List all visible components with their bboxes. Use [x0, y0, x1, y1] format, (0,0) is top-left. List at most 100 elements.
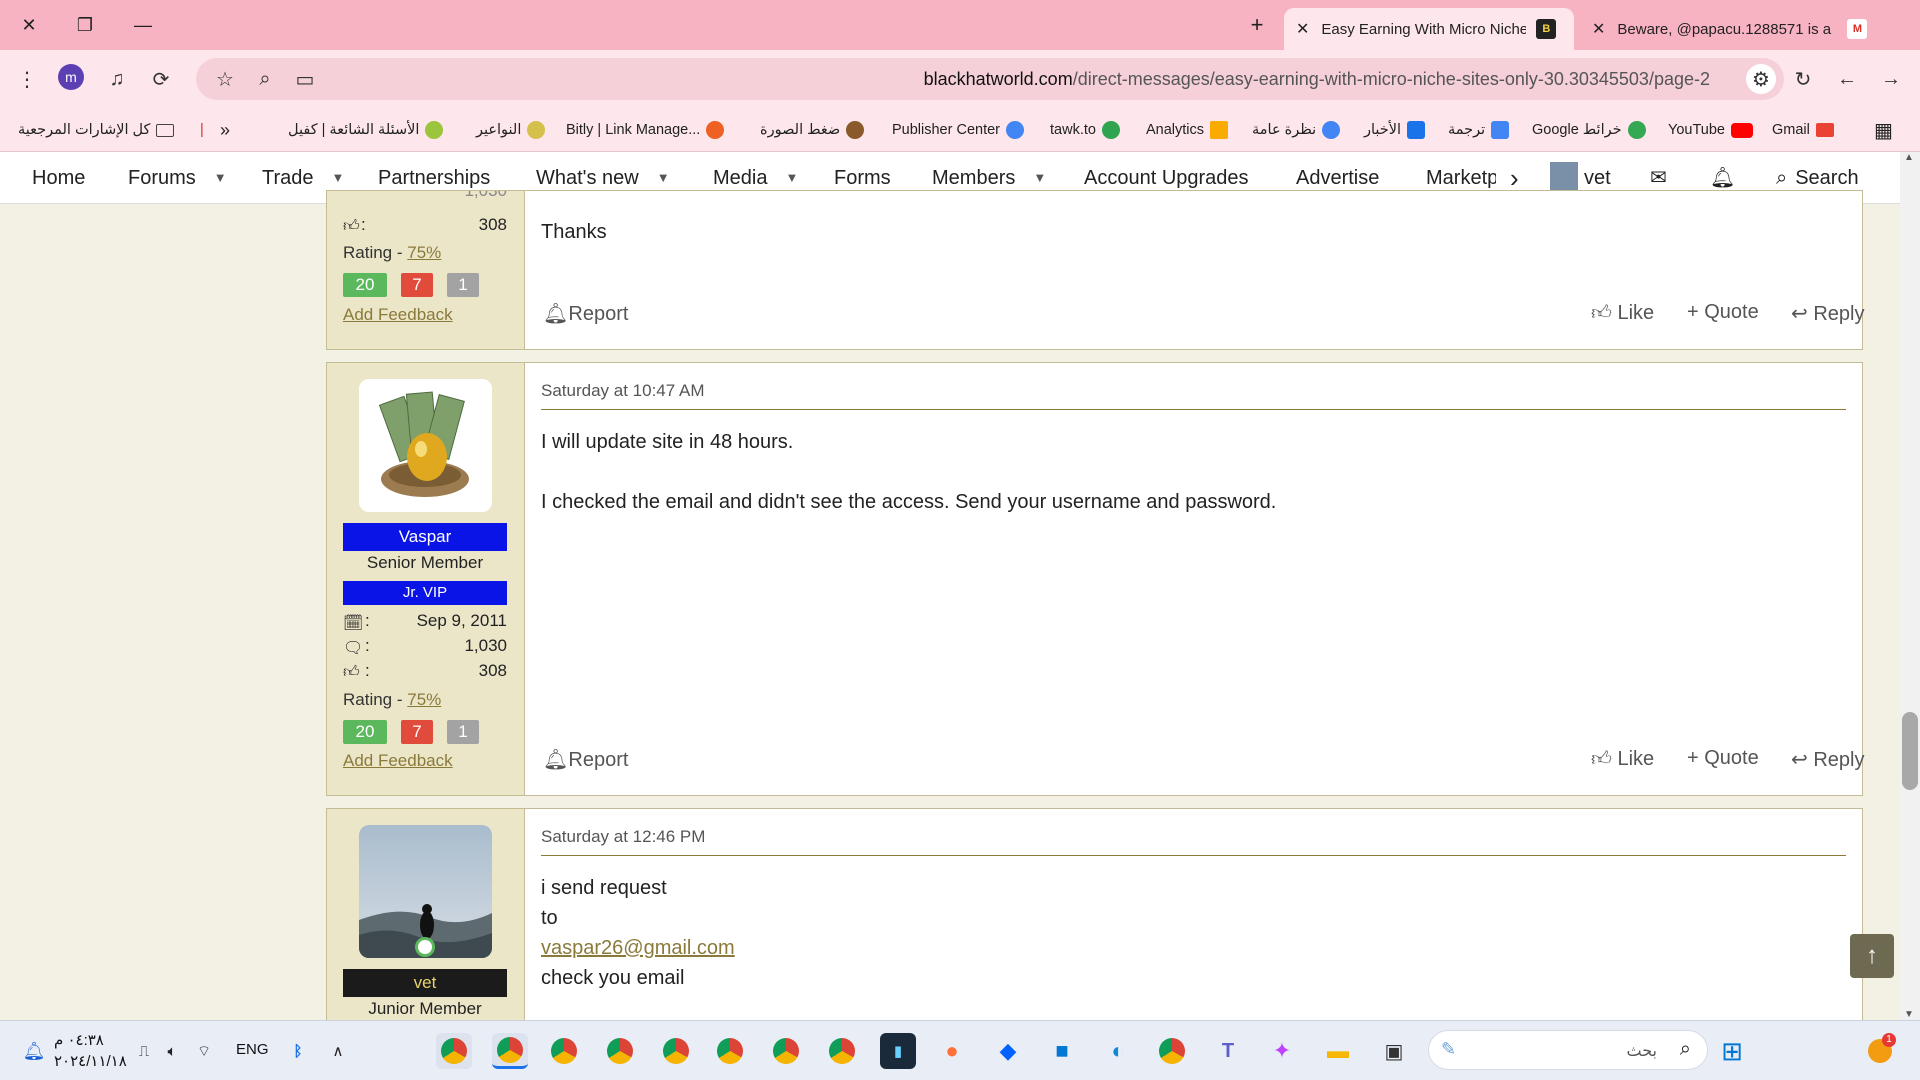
- dropbox-icon[interactable]: ◆: [990, 1033, 1026, 1069]
- chrome-profile-icon[interactable]: [768, 1033, 804, 1069]
- windows-start-icon[interactable]: ⊞: [1714, 1033, 1750, 1069]
- menu-dots-icon[interactable]: ⋮: [12, 64, 42, 94]
- bookmark-item[interactable]: Analytics: [1146, 108, 1234, 152]
- quote-button[interactable]: + Quote: [1687, 747, 1759, 770]
- report-button[interactable]: 🔔︎Report: [543, 747, 628, 772]
- media-control-icon[interactable]: ♫: [102, 64, 132, 94]
- reload-icon[interactable]: ↻: [1788, 64, 1818, 94]
- message-date[interactable]: Saturday at 10:47 AM: [541, 381, 1846, 410]
- wifi-icon[interactable]: ⌔: [186, 1033, 222, 1069]
- volume-icon[interactable]: 🔈︎: [154, 1033, 190, 1069]
- bookmark-item[interactable]: tawk.to: [1050, 108, 1126, 152]
- feedback-neutral[interactable]: 1: [447, 273, 479, 297]
- chrome-profile-icon[interactable]: [824, 1033, 860, 1069]
- reply-button[interactable]: ↩ Reply: [1791, 747, 1864, 772]
- tab-easy-earning[interactable]: ✕ Easy Earning With Micro Niche B: [1284, 8, 1574, 50]
- username-banner[interactable]: vet: [343, 969, 507, 997]
- chrome-icon[interactable]: [1154, 1033, 1190, 1069]
- bookmark-item[interactable]: Gmail: [1772, 108, 1840, 152]
- bluetooth-icon[interactable]: ᛒ: [280, 1033, 316, 1069]
- bookmark-item[interactable]: YouTube: [1668, 108, 1759, 152]
- bookmark-item[interactable]: الأسئلة الشائعة | كفيل: [288, 108, 449, 152]
- bookmark-item[interactable]: ضغط الصورة: [760, 108, 870, 152]
- search-placeholder: بحث: [1626, 1043, 1658, 1060]
- install-app-icon[interactable]: ▭: [290, 64, 320, 94]
- zoom-icon[interactable]: ⌕: [250, 64, 280, 94]
- scroll-to-top-button[interactable]: ↑: [1850, 934, 1894, 978]
- show-hidden-icons-icon[interactable]: ∧: [320, 1033, 356, 1069]
- scrollbar-thumb[interactable]: [1902, 712, 1918, 790]
- bookmark-item[interactable]: Publisher Center: [892, 108, 1030, 152]
- rating-link[interactable]: 75%: [407, 690, 441, 709]
- tab-groups-icon[interactable]: ▦: [1874, 108, 1893, 152]
- notification-bell-icon[interactable]: 🔔︎: [16, 1033, 52, 1069]
- feedback-positive[interactable]: 20: [343, 720, 387, 744]
- performance-icon[interactable]: ⟳: [146, 64, 176, 94]
- nav-home[interactable]: Home: [32, 152, 85, 204]
- bookmark-item[interactable]: نظرة عامة: [1252, 108, 1346, 152]
- restore-window-icon[interactable]: ❐: [72, 12, 98, 38]
- like-button[interactable]: 👍︎ Like: [1591, 301, 1654, 325]
- chrome-profile-icon[interactable]: [436, 1033, 472, 1069]
- chevron-down-icon[interactable]: ▼: [214, 152, 227, 204]
- site-settings-icon[interactable]: ⚙: [1746, 64, 1776, 94]
- back-arrow-icon[interactable]: ←: [1832, 64, 1862, 94]
- url-text[interactable]: blackhatworld.com/direct-messages/easy-e…: [924, 58, 1710, 100]
- chrome-profile-icon[interactable]: [602, 1033, 638, 1069]
- report-button[interactable]: 🔔︎Report: [543, 301, 628, 326]
- tab-beware[interactable]: ✕ Beware, @papacu.1288571 is a M: [1580, 8, 1880, 50]
- minimize-window-icon[interactable]: —: [130, 12, 156, 38]
- edge-icon[interactable]: ◐: [1100, 1033, 1136, 1069]
- chrome-profile-icon[interactable]: [658, 1033, 694, 1069]
- close-tab-icon[interactable]: ✕: [1592, 19, 1605, 39]
- user-avatar[interactable]: [359, 379, 492, 512]
- firefox-icon[interactable]: ●: [934, 1033, 970, 1069]
- email-link[interactable]: vaspar26@gmail.com: [541, 933, 735, 963]
- bookmark-item[interactable]: Bitly | Link Manage...: [566, 108, 730, 152]
- quote-button[interactable]: + Quote: [1687, 301, 1759, 324]
- rating-link[interactable]: 75%: [407, 243, 441, 262]
- file-explorer-icon[interactable]: ▬: [1320, 1033, 1356, 1069]
- input-language[interactable]: ENG: [236, 1041, 269, 1058]
- message-date[interactable]: Saturday at 12:46 PM: [541, 827, 1846, 856]
- add-feedback-link[interactable]: Add Feedback: [343, 751, 453, 771]
- bookmark-item[interactable]: الأخبار: [1364, 108, 1431, 152]
- close-window-icon[interactable]: ✕: [16, 12, 42, 38]
- feedback-negative[interactable]: 7: [401, 720, 433, 744]
- new-tab-button[interactable]: +: [1244, 12, 1270, 38]
- bookmark-item[interactable]: Google خرائط: [1532, 108, 1652, 152]
- taskbar-search[interactable]: ✎ بحث ⌕: [1428, 1030, 1708, 1070]
- chrome-profile-icon[interactable]: [492, 1033, 528, 1069]
- app-window-icon[interactable]: ▣: [1376, 1033, 1412, 1069]
- notification-center-icon[interactable]: 1: [1862, 1033, 1898, 1069]
- nav-forums[interactable]: Forums ▼: [128, 152, 227, 204]
- copilot-icon[interactable]: ✦: [1264, 1033, 1300, 1069]
- feedback-negative[interactable]: 7: [401, 273, 433, 297]
- teams-icon[interactable]: T: [1210, 1033, 1246, 1069]
- user-avatar[interactable]: [359, 825, 492, 958]
- feedback-neutral[interactable]: 1: [447, 720, 479, 744]
- forward-arrow-icon[interactable]: →: [1876, 64, 1906, 94]
- bookmark-item[interactable]: ترجمة: [1448, 108, 1515, 152]
- chrome-profile-icon[interactable]: [546, 1033, 582, 1069]
- address-bar[interactable]: ☆ ⌕ ▭ blackhatworld.com/direct-messages/…: [196, 58, 1784, 100]
- scroll-down-icon[interactable]: ▼: [1904, 1009, 1914, 1020]
- like-button[interactable]: 👍︎ Like: [1591, 747, 1654, 771]
- app-icon[interactable]: ▮: [880, 1033, 916, 1069]
- username-banner[interactable]: Vaspar: [343, 523, 507, 551]
- reply-button[interactable]: ↩ Reply: [1791, 301, 1864, 326]
- scroll-up-icon[interactable]: ▲: [1904, 152, 1914, 163]
- add-feedback-link[interactable]: Add Feedback: [343, 305, 453, 325]
- page-scrollbar[interactable]: ▲ ▼: [1900, 152, 1920, 1020]
- bookmark-item[interactable]: النواعير: [476, 108, 551, 152]
- store-icon[interactable]: ■: [1044, 1033, 1080, 1069]
- close-tab-icon[interactable]: ✕: [1296, 19, 1309, 39]
- clock-date[interactable]: ٢٠٢٤/١١/١٨: [54, 1052, 127, 1070]
- profile-avatar[interactable]: m: [58, 64, 84, 90]
- bookmarks-overflow-icon[interactable]: »: [220, 108, 230, 152]
- all-bookmarks[interactable]: كل الإشارات المرجعية: [18, 108, 180, 152]
- bookmark-star-icon[interactable]: ☆: [210, 64, 240, 94]
- clock-time[interactable]: ٠٤:٣٨ م: [54, 1031, 104, 1049]
- feedback-positive[interactable]: 20: [343, 273, 387, 297]
- chrome-profile-icon[interactable]: [712, 1033, 748, 1069]
